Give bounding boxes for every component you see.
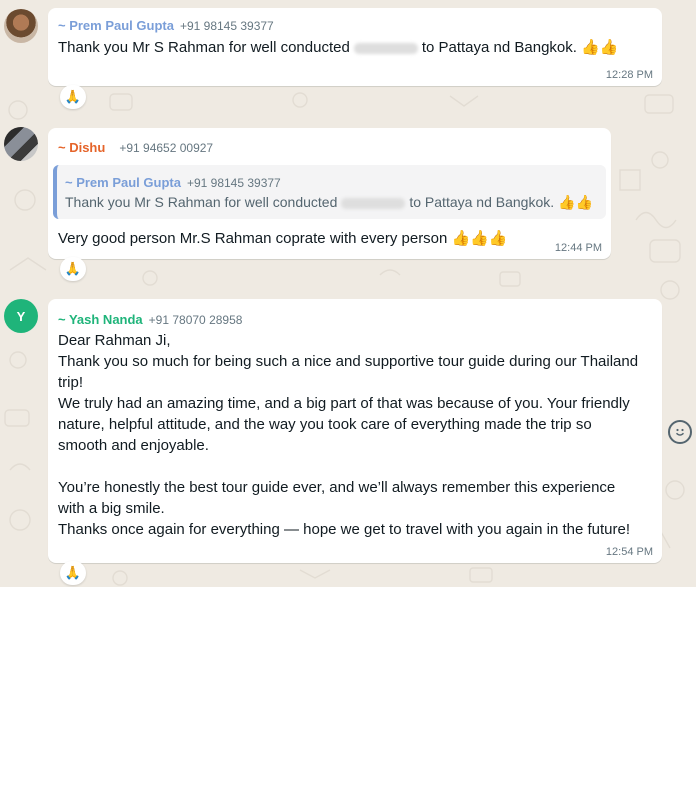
reaction-badge[interactable]: 🙏 (60, 561, 86, 585)
sender-row: ~ Prem Paul Gupta +91 98145 39377 (58, 18, 274, 33)
sender-name[interactable]: ~ Dishu (58, 140, 105, 155)
message-line: Thanks once again for everything — hope … (58, 521, 631, 538)
thumbs-up-emoji: 👍👍 (558, 194, 593, 210)
message-line: Dear Rahman Ji, (58, 332, 171, 349)
message-time: 12:54 PM (605, 546, 653, 558)
message-text: Very good person Mr.S Rahman coprate wit… (58, 228, 508, 249)
message-text-part: to Pattaya nd Bangkok. (421, 39, 577, 56)
redacted-text (341, 197, 406, 209)
quoted-sender-phone: +91 98145 39377 (186, 176, 281, 190)
message-line: smooth and enjoyable. (58, 437, 209, 454)
sender-phone: +91 98145 39377 (179, 19, 274, 33)
sender-phone: +91 94652 00927 (119, 141, 214, 155)
sender-phone: +91 78070 28958 (148, 313, 243, 327)
message-line: We truly had an amazing time, and a big … (58, 395, 630, 412)
quoted-text: Thank you Mr S Rahman for well conducted… (65, 192, 593, 213)
reaction-badge[interactable]: 🙏 (60, 85, 86, 109)
message-text: Thank you Mr S Rahman for well conducted… (58, 37, 618, 58)
message-line (58, 456, 638, 477)
avatar[interactable] (4, 9, 38, 43)
sender-row: ~ Dishu +91 94652 00927 (58, 140, 213, 155)
reaction-badge[interactable]: 🙏 (60, 257, 86, 281)
quoted-sender-name: ~ Prem Paul Gupta (65, 175, 181, 190)
message-time: 12:28 PM (605, 69, 653, 81)
message-line: with a big smile. (58, 500, 165, 517)
chat-area: ~ Prem Paul Gupta +91 98145 39377 Thank … (0, 0, 696, 587)
redacted-text (353, 42, 418, 54)
quoted-text-part: Thank you Mr S Rahman for well conducted (65, 194, 338, 210)
message-bubble[interactable]: ~ Prem Paul Gupta +91 98145 39377 Thank … (48, 8, 662, 86)
thumbs-up-emoji: 👍👍 (581, 39, 619, 56)
message-text-part: Very good person Mr.S Rahman coprate wit… (58, 230, 448, 247)
message-text-part: Thank you Mr S Rahman for well conducted (58, 39, 350, 56)
quoted-sender-row: ~ Prem Paul Gupta +91 98145 39377 (65, 175, 281, 190)
message-line: nature, helpful attitude, and the way yo… (58, 416, 592, 433)
message-line: Thank you so much for being such a nice … (58, 353, 639, 370)
sender-row: ~ Yash Nanda +91 78070 28958 (58, 312, 242, 327)
thumbs-up-emoji: 👍👍👍 (451, 230, 508, 247)
quoted-message[interactable]: ~ Prem Paul Gupta +91 98145 39377 Thank … (53, 165, 606, 219)
smiley-icon[interactable] (668, 420, 692, 444)
avatar[interactable] (4, 127, 38, 161)
message-bubble[interactable]: ~ Yash Nanda +91 78070 28958 Dear Rahman… (48, 299, 662, 563)
message-bubble[interactable]: ~ Dishu +91 94652 00927 ~ Prem Paul Gupt… (48, 128, 611, 259)
message-text: Dear Rahman Ji, Thank you so much for be… (58, 330, 638, 540)
message-line: You’re honestly the best tour guide ever… (58, 479, 616, 496)
message-line: trip! (58, 374, 84, 391)
sender-name[interactable]: ~ Prem Paul Gupta (58, 18, 174, 33)
avatar[interactable]: Y (4, 299, 38, 333)
sender-name[interactable]: ~ Yash Nanda (58, 312, 143, 327)
message-time: 12:44 PM (554, 242, 602, 254)
smiley-face-glyph (675, 428, 685, 436)
quoted-text-part: to Pattaya nd Bangkok. (409, 194, 555, 210)
